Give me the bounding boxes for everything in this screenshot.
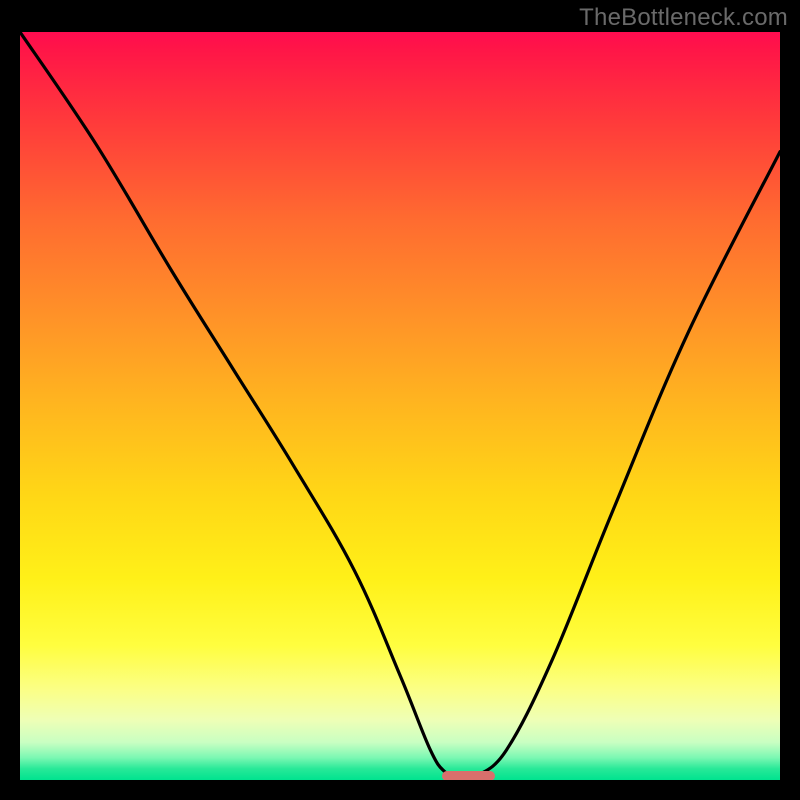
- plot-area: [20, 32, 780, 780]
- chart-container: TheBottleneck.com: [0, 0, 800, 800]
- bottleneck-curve: [20, 32, 780, 780]
- optimal-band-marker: [442, 771, 495, 780]
- watermark-text: TheBottleneck.com: [579, 4, 788, 32]
- curve-path: [20, 32, 780, 780]
